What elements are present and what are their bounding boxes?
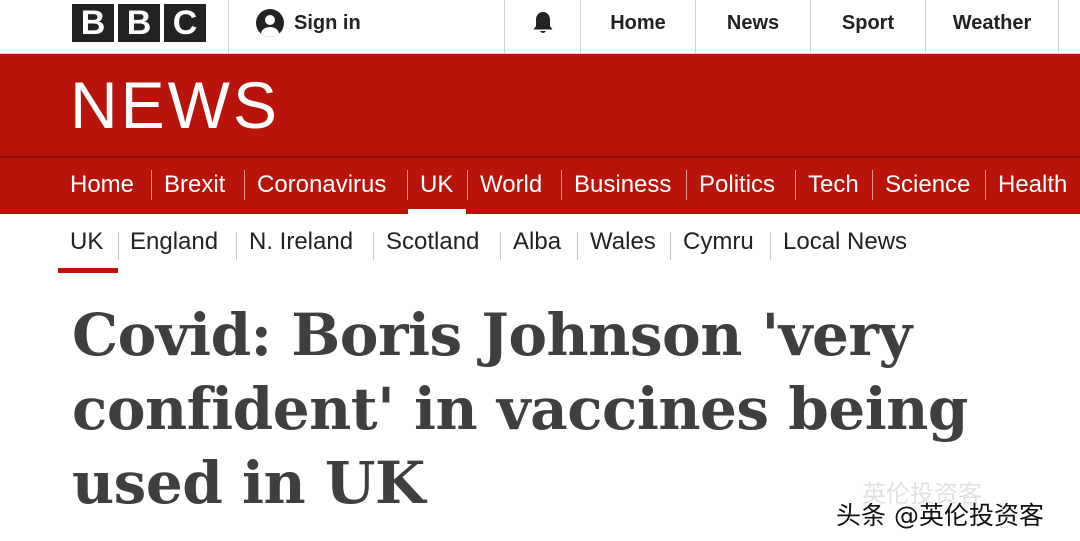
- sign-in-label: Sign in: [294, 11, 361, 34]
- subnav-item-local-news[interactable]: Local News: [783, 228, 907, 256]
- sub-nav: UK England N. Ireland Scotland Alba Wale…: [0, 214, 1080, 276]
- watermark: 头条 @英伦投资客: [836, 501, 1044, 530]
- nav-separator: [561, 170, 562, 200]
- subnav-item-england[interactable]: England: [130, 228, 218, 256]
- main-nav: Home Brexit Coronavirus UK World Busines…: [0, 158, 1080, 214]
- subnav-separator: [118, 232, 119, 260]
- nav-item-world[interactable]: World: [480, 158, 542, 214]
- bbc-logo-letter: B: [118, 4, 160, 42]
- nav-item-science[interactable]: Science: [885, 158, 970, 214]
- subnav-separator: [236, 232, 237, 260]
- subnav-separator: [770, 232, 771, 260]
- user-icon: [256, 9, 284, 37]
- subnav-separator: [500, 232, 501, 260]
- nav-separator: [151, 170, 152, 200]
- news-masthead: NEWS: [0, 54, 1080, 156]
- subnav-item-alba[interactable]: Alba: [513, 228, 561, 256]
- subnav-active-indicator: [58, 268, 118, 273]
- top-nav-news[interactable]: News: [696, 0, 810, 46]
- nav-separator: [686, 170, 687, 200]
- bbc-logo-letter: C: [164, 4, 206, 42]
- nav-separator: [467, 170, 468, 200]
- top-nav-sport[interactable]: Sport: [811, 0, 925, 46]
- subnav-item-n-ireland[interactable]: N. Ireland: [249, 228, 353, 256]
- bell-icon[interactable]: [526, 8, 560, 38]
- nav-item-home[interactable]: Home: [70, 158, 134, 214]
- nav-separator: [985, 170, 986, 200]
- subnav-separator: [373, 232, 374, 260]
- top-nav-home[interactable]: Home: [581, 0, 695, 46]
- nav-item-brexit[interactable]: Brexit: [164, 158, 225, 214]
- subnav-item-uk[interactable]: UK: [70, 228, 103, 256]
- bbc-logo[interactable]: B B C: [72, 4, 206, 42]
- nav-item-coronavirus[interactable]: Coronavirus: [257, 158, 386, 214]
- bbc-top-bar: B B C Sign in Home News Sport Weather: [0, 0, 1080, 54]
- news-logo[interactable]: NEWS: [70, 72, 280, 138]
- bbc-logo-letter: B: [72, 4, 114, 42]
- subnav-separator: [577, 232, 578, 260]
- subnav-item-cymru[interactable]: Cymru: [683, 228, 754, 256]
- nav-separator: [407, 170, 408, 200]
- nav-item-health[interactable]: Health: [998, 158, 1067, 214]
- nav-separator: [244, 170, 245, 200]
- subnav-item-scotland[interactable]: Scotland: [386, 228, 479, 256]
- divider: [1058, 0, 1059, 54]
- nav-item-tech[interactable]: Tech: [808, 158, 859, 214]
- subnav-item-wales[interactable]: Wales: [590, 228, 656, 256]
- nav-separator: [872, 170, 873, 200]
- nav-item-politics[interactable]: Politics: [699, 158, 775, 214]
- nav-item-uk[interactable]: UK: [420, 158, 453, 214]
- nav-separator: [795, 170, 796, 200]
- divider: [504, 0, 505, 54]
- divider: [228, 0, 229, 54]
- nav-item-business[interactable]: Business: [574, 158, 671, 214]
- top-nav-weather[interactable]: Weather: [926, 0, 1058, 46]
- sign-in-button[interactable]: Sign in: [256, 8, 361, 38]
- subnav-separator: [670, 232, 671, 260]
